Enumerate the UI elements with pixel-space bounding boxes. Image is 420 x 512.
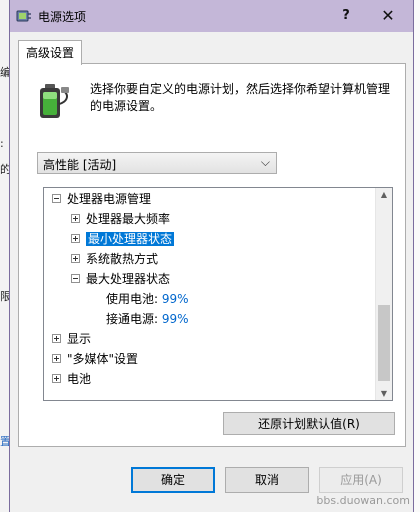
tree-item-label: 电池 <box>67 372 92 386</box>
expand-icon[interactable] <box>52 334 61 343</box>
tree-item-battery[interactable]: 电池 <box>52 370 91 388</box>
tree-item-max-frequency[interactable]: 处理器最大频率 <box>71 210 170 228</box>
tree-item-label: 处理器电源管理 <box>67 192 152 206</box>
power-plan-dropdown[interactable]: 高性能 [活动] ⌵ <box>37 152 277 174</box>
background-char: : <box>0 137 4 150</box>
tab-advanced-settings[interactable]: 高级设置 <box>18 40 82 65</box>
setting-value-link[interactable]: 99% <box>162 312 189 326</box>
expand-icon[interactable] <box>71 234 80 243</box>
title-bar[interactable]: 电源选项 ? ✕ <box>10 0 413 32</box>
description-text: 选择你要自定义的电源计划，然后选择你希望计算机管理的电源设置。 <box>90 82 391 113</box>
expand-icon[interactable] <box>52 354 61 363</box>
scroll-thumb[interactable] <box>378 305 390 381</box>
tree-item-multimedia[interactable]: "多媒体"设置 <box>52 350 138 368</box>
setting-value-link[interactable]: 99% <box>162 292 189 306</box>
setting-label: 接通电源: <box>106 312 159 326</box>
tree-item-label: 处理器最大频率 <box>86 212 171 226</box>
collapse-icon[interactable] <box>52 194 61 203</box>
setting-label: 使用电池: <box>106 292 159 306</box>
watermark-text: bbs.duowan.com <box>316 494 410 507</box>
scroll-down-arrow-icon[interactable]: ▼ <box>376 389 392 398</box>
battery-plug-icon <box>40 84 69 118</box>
restore-defaults-button[interactable]: 还原计划默认值(R) <box>223 412 395 435</box>
tree-item-label: 最大处理器状态 <box>86 272 171 286</box>
power-plan-value: 高性能 [活动] <box>43 158 117 172</box>
apply-button[interactable]: 应用(A) <box>319 467 403 493</box>
expand-icon[interactable] <box>71 214 80 223</box>
power-options-icon <box>16 10 31 22</box>
tree-item-plugged-in[interactable]: 接通电源: 99% <box>106 310 189 328</box>
tree-scrollbar[interactable]: ▲ ▼ <box>375 188 392 400</box>
expand-icon[interactable] <box>52 374 61 383</box>
ok-button[interactable]: 确定 <box>131 467 215 493</box>
expand-icon[interactable] <box>71 254 80 263</box>
power-options-dialog: 电源选项 ? ✕ 高级设置 选择你要自定义的电源计划，然后选择你希望计算机管理的… <box>9 0 414 512</box>
tree-item-display[interactable]: 显示 <box>52 330 91 348</box>
tab-panel: 选择你要自定义的电源计划，然后选择你希望计算机管理的电源设置。 高性能 [活动]… <box>18 63 406 447</box>
tree-item-processor-power[interactable]: 处理器电源管理 <box>52 190 151 208</box>
tree-item-label: 系统散热方式 <box>86 252 159 266</box>
chevron-down-icon: ⌵ <box>260 155 270 169</box>
tree-item-max-processor-state[interactable]: 最大处理器状态 <box>71 270 170 288</box>
tree-item-min-processor-state[interactable]: 最小处理器状态 <box>71 230 175 248</box>
help-button[interactable]: ? <box>336 6 356 26</box>
tree-item-label: "多媒体"设置 <box>67 352 139 366</box>
tree-item-cooling-policy[interactable]: 系统散热方式 <box>71 250 158 268</box>
window-title: 电源选项 <box>38 10 87 24</box>
collapse-icon[interactable] <box>71 274 80 283</box>
scroll-up-arrow-icon[interactable]: ▲ <box>376 190 392 199</box>
close-button[interactable]: ✕ <box>374 4 402 28</box>
settings-tree[interactable]: 处理器电源管理 处理器最大频率 最小处理器状态 系统散热方式 最大处理器状态 使… <box>43 187 393 401</box>
tree-item-label: 显示 <box>67 332 92 346</box>
tree-item-label-selected: 最小处理器状态 <box>86 232 175 246</box>
cancel-button[interactable]: 取消 <box>225 467 309 493</box>
tree-item-on-battery[interactable]: 使用电池: 99% <box>106 290 189 308</box>
